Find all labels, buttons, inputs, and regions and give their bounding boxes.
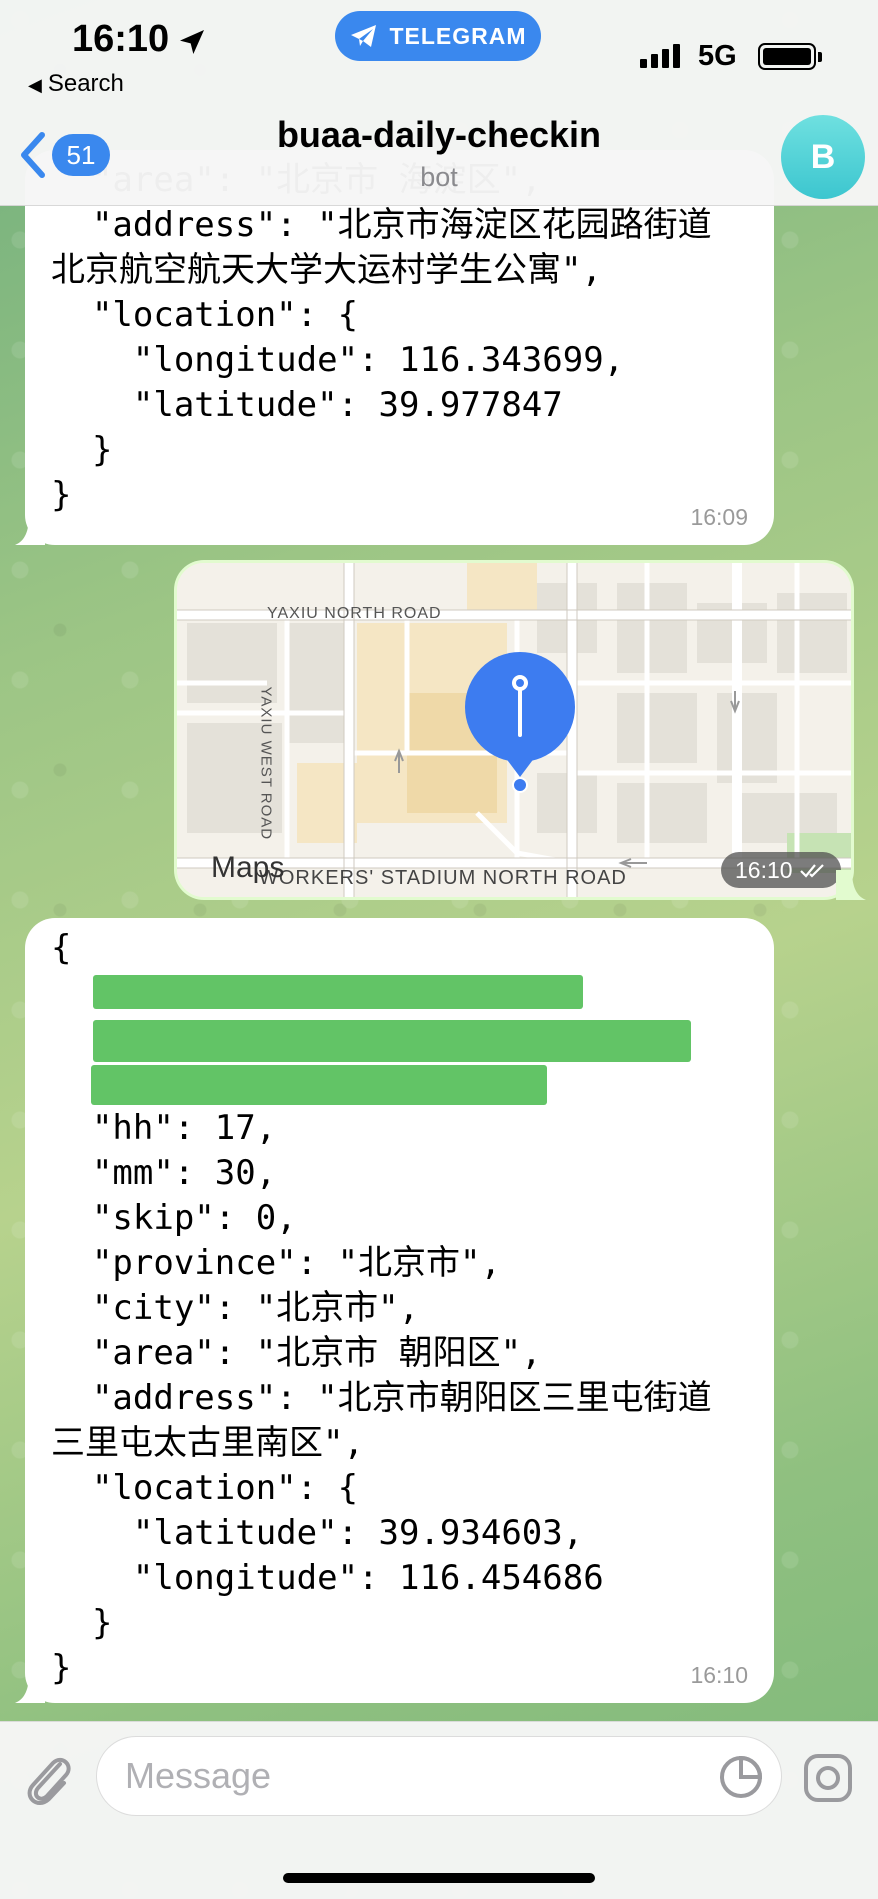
- back-to-search-link[interactable]: ◀ Search: [28, 70, 124, 98]
- code-line: "mm": 30,: [51, 1153, 277, 1193]
- json-code-block: "area": "北京市 海淀区", "address": "北京市海淀区花园路…: [51, 158, 712, 518]
- maps-provider-label: Maps: [211, 851, 285, 884]
- message-time: 16:09: [690, 504, 748, 530]
- code-line: "province": "北京市",: [51, 1243, 501, 1283]
- double-check-icon: [799, 864, 824, 878]
- code-line: "area": "北京市 朝阳区",: [51, 1333, 542, 1373]
- code-line: 北京航空航天大学大运村学生公寓",: [51, 250, 602, 290]
- code-line: }: [51, 475, 72, 515]
- top-bar: 16:10 ◀ Search TELEGRAM 5G 51 buaa-daily-…: [0, 0, 878, 206]
- battery-tip: [818, 52, 822, 62]
- location-arrow-icon: [180, 30, 204, 54]
- telegram-app-pill[interactable]: TELEGRAM: [335, 11, 541, 61]
- code-line: "latitude": 39.977847: [51, 385, 563, 425]
- bot-avatar[interactable]: B: [781, 115, 865, 199]
- redacted-block: [91, 1065, 547, 1105]
- code-line: "longitude": 116.343699,: [51, 340, 625, 380]
- telegram-pill-label: TELEGRAM: [389, 22, 527, 49]
- redacted-block: [93, 1020, 691, 1062]
- message-composer: Message: [0, 1721, 878, 1899]
- battery-icon: [758, 43, 816, 70]
- code-line: "city": "北京市",: [51, 1288, 420, 1328]
- home-indicator: [283, 1873, 595, 1883]
- sticker-icon[interactable]: [718, 1754, 764, 1800]
- code-line: 三里屯太古里南区",: [51, 1423, 364, 1463]
- message-input[interactable]: Message: [96, 1736, 782, 1816]
- message-time-label: 16:10: [735, 856, 793, 883]
- chat-subtitle: bot: [420, 162, 458, 192]
- chat-title[interactable]: buaa-daily-checkin: [0, 114, 878, 156]
- message-time: 16:10: [690, 1662, 748, 1688]
- message-text: "area": "北京市 海淀区", "address": "北京市海淀区花园路…: [51, 150, 774, 545]
- camera-icon[interactable]: [802, 1752, 854, 1804]
- code-line: "longitude": 116.454686: [51, 1558, 604, 1598]
- incoming-message[interactable]: { "hh": 17, "mm": 30, "skip": 0, "provin…: [15, 918, 774, 1703]
- back-to-search-label: Search: [47, 70, 124, 97]
- message-time: 16:10: [721, 852, 841, 888]
- code-line: }: [51, 1603, 113, 1643]
- network-type: 5G: [698, 40, 737, 72]
- code-line: {: [51, 928, 72, 968]
- map-road-label: YAXIU NORTH ROAD: [267, 605, 442, 622]
- bubble-tail: [15, 1673, 45, 1703]
- code-line: "location": {: [51, 295, 359, 335]
- outgoing-location-message[interactable]: YAXIU NORTH ROAD YAXIU WEST ROAD WORKERS…: [174, 560, 866, 900]
- code-line: "latitude": 39.934603,: [51, 1513, 584, 1553]
- code-line: "location": {: [51, 1468, 359, 1508]
- signal-strength-icon: [640, 44, 680, 68]
- maps-provider-logo: Maps: [211, 851, 284, 885]
- code-line: "hh": 17,: [51, 1108, 277, 1148]
- code-line: }: [51, 1648, 72, 1688]
- telegram-plane-icon: [351, 25, 377, 47]
- redacted-block: [93, 975, 583, 1009]
- incoming-message[interactable]: "area": "北京市 海淀区", "address": "北京市海淀区花园路…: [15, 150, 774, 545]
- paperclip-icon[interactable]: [22, 1748, 74, 1808]
- code-line: "skip": 0,: [51, 1198, 297, 1238]
- map-road-label: WORKERS' STADIUM NORTH ROAD: [259, 867, 627, 889]
- code-line: }: [51, 430, 113, 470]
- code-line: "address": "北京市朝阳区三里屯街道: [51, 1378, 712, 1418]
- back-triangle-icon: ◀: [28, 75, 42, 95]
- location-map[interactable]: YAXIU NORTH ROAD YAXIU WEST ROAD WORKERS…: [177, 563, 851, 897]
- bubble-tail: [15, 515, 45, 545]
- status-time: 16:10: [72, 18, 170, 60]
- bubble-tail: [836, 870, 866, 900]
- code-line: "address": "北京市海淀区花园路街道: [51, 205, 712, 245]
- map-road-label: YAXIU WEST ROAD: [257, 686, 275, 841]
